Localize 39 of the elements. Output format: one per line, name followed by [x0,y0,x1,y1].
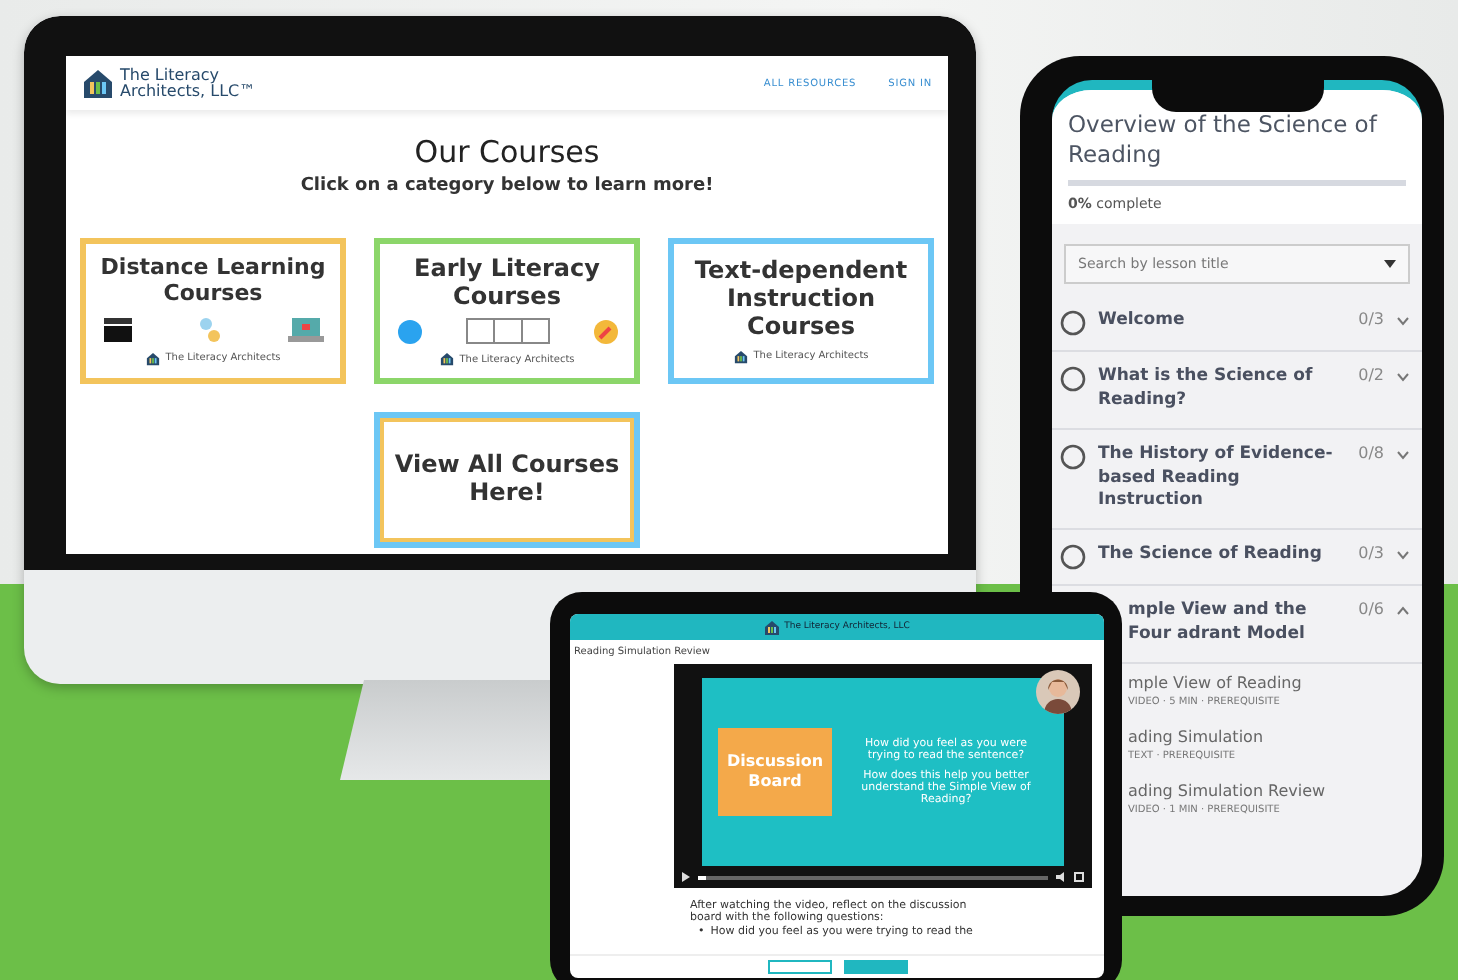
people-icon [197,315,221,344]
lesson-title: The History of Evidence-based Reading Instruction [1098,443,1335,515]
lesson-count: 0/3 [1358,544,1384,563]
page-subheading: Click on a category below to learn more! [298,176,716,196]
status-circle-icon [1060,544,1086,571]
page-heading: Our Courses [412,134,602,170]
house-logo-icon [764,619,781,635]
house-logo-icon [439,352,454,367]
play-icon[interactable] [682,872,690,882]
lesson-title: Welcome [1098,309,1187,334]
fullscreen-icon[interactable] [1074,872,1084,882]
status-circle-icon [1060,309,1086,336]
status-circle-icon [1060,365,1086,392]
lesson-count: 0/3 [1358,309,1384,328]
lesson-title: What is the Science of Reading? [1098,365,1315,414]
sound-boxes-icon [465,318,549,345]
house-logo-icon [82,67,114,99]
lesson-count: 0/8 [1358,443,1384,462]
lesson-title: The Science of Reading [1098,544,1324,569]
lesson-row[interactable]: What is the Science of Reading? 0/2 [1052,351,1422,430]
discussion-board-label: Discussion Board [718,728,832,816]
course-card[interactable]: View All Courses Here! [374,412,640,548]
house-logo-icon [733,349,748,364]
laptop-icon [287,317,323,342]
lesson-count: 0/6 [1358,600,1384,619]
clapperboard-icon [103,317,131,342]
course-title: Overview of the Science of Reading [1068,110,1380,170]
lesson-count: 0/2 [1358,365,1384,384]
lesson-row[interactable]: The Science of Reading 0/3 [1052,530,1422,587]
site-logo: The Literacy Architects, LLC™ [120,67,258,99]
lesson-row[interactable]: The History of Evidence-based Reading Instruction 0/8 [1052,429,1422,531]
lesson-row[interactable]: Welcome 0/3 [1052,295,1422,352]
volume-icon[interactable] [1056,872,1066,882]
circle-icon [397,319,421,344]
pencil-badge-icon [593,319,617,344]
status-circle-icon [1060,443,1086,470]
dropdown-caret-icon [1384,259,1396,268]
house-logo-icon [145,351,160,366]
lesson-title: mple View and the Four adrant Model [1128,600,1309,649]
